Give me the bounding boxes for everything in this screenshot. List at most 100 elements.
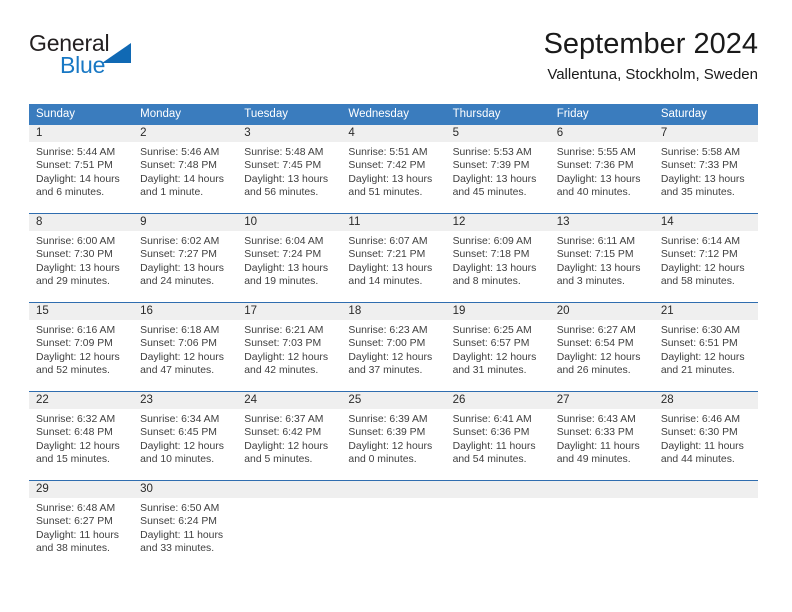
daylight-text-line2: and 49 minutes. [556,454,631,466]
daylight-text-line1: Daylight: 13 hours [348,173,433,185]
day-cell-empty [653,481,758,569]
day-info: Sunrise: 6:09 AM Sunset: 7:18 PM Dayligh… [446,231,550,289]
sunset-text: Sunset: 7:48 PM [140,160,217,172]
day-number: 22 [29,392,134,409]
sunset-text: Sunset: 6:36 PM [452,427,530,439]
calendar-cell[interactable]: 8 Sunrise: 6:00 AM Sunset: 7:30 PM Dayli… [29,213,134,303]
day-cell: 14 Sunrise: 6:14 AM Sunset: 7:12 PM Dayl… [653,214,758,302]
weekday-header-wednesday: Wednesday [341,104,446,125]
calendar-cell[interactable]: 1 Sunrise: 5:44 AM Sunset: 7:51 PM Dayli… [29,125,134,214]
calendar-cell[interactable]: 12 Sunrise: 6:09 AM Sunset: 7:18 PM Dayl… [445,213,550,303]
day-cell: 26 Sunrise: 6:41 AM Sunset: 6:36 PM Dayl… [445,392,550,480]
day-info: Sunrise: 6:02 AM Sunset: 7:27 PM Dayligh… [133,231,237,289]
day-number: 1 [29,125,134,142]
day-number: 5 [445,125,550,142]
calendar-cell[interactable]: 30 Sunrise: 6:50 AM Sunset: 6:24 PM Dayl… [133,480,238,569]
calendar-week-row: 29 Sunrise: 6:48 AM Sunset: 6:27 PM Dayl… [29,480,758,569]
day-cell: 29 Sunrise: 6:48 AM Sunset: 6:27 PM Dayl… [29,481,134,569]
day-cell: 9 Sunrise: 6:02 AM Sunset: 7:27 PM Dayli… [133,214,238,302]
page-header: General Blue September 2024 Vallentuna, … [29,28,758,96]
daylight-text-line2: and 38 minutes. [36,543,110,555]
day-cell: 11 Sunrise: 6:07 AM Sunset: 7:21 PM Dayl… [341,214,446,302]
daylight-text-line1: Daylight: 14 hours [36,173,120,185]
sunset-text: Sunset: 6:42 PM [244,427,322,439]
day-cell-empty [341,481,446,569]
calendar-cell[interactable]: 20 Sunrise: 6:27 AM Sunset: 6:54 PM Dayl… [549,302,654,392]
weekday-header-monday: Monday [133,104,238,125]
daylight-text-line2: and 19 minutes. [244,276,319,288]
day-info: Sunrise: 5:48 AM Sunset: 7:45 PM Dayligh… [237,142,341,200]
sunset-text: Sunset: 6:24 PM [140,516,217,528]
day-number [653,481,758,498]
daylight-text-line2: and 44 minutes. [660,454,735,466]
day-number: 14 [653,214,758,231]
calendar-cell[interactable]: 2 Sunrise: 5:46 AM Sunset: 7:48 PM Dayli… [133,125,238,214]
calendar-cell[interactable]: 23 Sunrise: 6:34 AM Sunset: 6:45 PM Dayl… [133,391,238,481]
day-number [549,481,654,498]
calendar-cell[interactable]: 25 Sunrise: 6:39 AM Sunset: 6:39 PM Dayl… [341,391,446,481]
calendar-cell[interactable]: 5 Sunrise: 5:53 AM Sunset: 7:39 PM Dayli… [445,125,550,214]
day-number: 26 [445,392,550,409]
sunset-text: Sunset: 7:33 PM [660,160,738,172]
calendar-cell[interactable]: 19 Sunrise: 6:25 AM Sunset: 6:57 PM Dayl… [445,302,550,392]
calendar-cell[interactable]: 16 Sunrise: 6:18 AM Sunset: 7:06 PM Dayl… [133,302,238,392]
daylight-text-line2: and 33 minutes. [140,543,215,555]
day-info: Sunrise: 5:58 AM Sunset: 7:33 PM Dayligh… [654,142,758,200]
brand-logo[interactable]: General Blue [29,30,199,86]
calendar-cell[interactable]: 21 Sunrise: 6:30 AM Sunset: 6:51 PM Dayl… [653,302,758,392]
day-cell: 27 Sunrise: 6:43 AM Sunset: 6:33 PM Dayl… [549,392,654,480]
calendar-cell[interactable]: 17 Sunrise: 6:21 AM Sunset: 7:03 PM Dayl… [237,302,342,392]
calendar-cell[interactable]: 27 Sunrise: 6:43 AM Sunset: 6:33 PM Dayl… [549,391,654,481]
calendar-cell[interactable]: 9 Sunrise: 6:02 AM Sunset: 7:27 PM Dayli… [133,213,238,303]
day-info: Sunrise: 6:37 AM Sunset: 6:42 PM Dayligh… [237,409,341,467]
daylight-text-line1: Daylight: 12 hours [244,351,329,363]
calendar-cell[interactable]: 22 Sunrise: 6:32 AM Sunset: 6:48 PM Dayl… [29,391,134,481]
calendar-cell[interactable]: 6 Sunrise: 5:55 AM Sunset: 7:36 PM Dayli… [549,125,654,214]
calendar-cell[interactable]: 11 Sunrise: 6:07 AM Sunset: 7:21 PM Dayl… [341,213,446,303]
day-info: Sunrise: 6:27 AM Sunset: 6:54 PM Dayligh… [550,320,654,378]
day-number [445,481,550,498]
calendar-cell[interactable]: 24 Sunrise: 6:37 AM Sunset: 6:42 PM Dayl… [237,391,342,481]
sunset-text: Sunset: 7:36 PM [556,160,634,172]
calendar-cell[interactable]: 15 Sunrise: 6:16 AM Sunset: 7:09 PM Dayl… [29,302,134,392]
calendar-cell[interactable]: 28 Sunrise: 6:46 AM Sunset: 6:30 PM Dayl… [653,391,758,481]
calendar-cell[interactable]: 7 Sunrise: 5:58 AM Sunset: 7:33 PM Dayli… [653,125,758,214]
daylight-text-line2: and 24 minutes. [140,276,215,288]
sunset-text: Sunset: 6:30 PM [660,427,738,439]
calendar-cell[interactable]: 3 Sunrise: 5:48 AM Sunset: 7:45 PM Dayli… [237,125,342,214]
calendar-table: Sunday Monday Tuesday Wednesday Thursday… [29,104,758,569]
daylight-text-line2: and 51 minutes. [348,187,423,199]
daylight-text-line2: and 58 minutes. [660,276,735,288]
daylight-text-line1: Daylight: 11 hours [660,440,744,452]
calendar-cell[interactable]: 18 Sunrise: 6:23 AM Sunset: 7:00 PM Dayl… [341,302,446,392]
calendar-cell[interactable]: 29 Sunrise: 6:48 AM Sunset: 6:27 PM Dayl… [29,480,134,569]
day-cell: 8 Sunrise: 6:00 AM Sunset: 7:30 PM Dayli… [29,214,134,302]
day-number: 21 [653,303,758,320]
sunrise-text: Sunrise: 6:02 AM [140,236,220,247]
sunrise-text: Sunrise: 6:04 AM [244,236,324,247]
sunset-text: Sunset: 6:54 PM [556,338,634,350]
calendar-cell[interactable]: 10 Sunrise: 6:04 AM Sunset: 7:24 PM Dayl… [237,213,342,303]
day-cell: 6 Sunrise: 5:55 AM Sunset: 7:36 PM Dayli… [549,125,654,213]
daylight-text-line1: Daylight: 13 hours [36,262,120,274]
day-number: 20 [549,303,654,320]
calendar-cell[interactable]: 26 Sunrise: 6:41 AM Sunset: 6:36 PM Dayl… [445,391,550,481]
daylight-text-line1: Daylight: 12 hours [36,440,120,452]
day-cell: 5 Sunrise: 5:53 AM Sunset: 7:39 PM Dayli… [445,125,550,213]
day-number: 16 [133,303,238,320]
day-info: Sunrise: 6:41 AM Sunset: 6:36 PM Dayligh… [446,409,550,467]
weekday-header-sunday: Sunday [29,104,134,125]
sunset-text: Sunset: 7:12 PM [660,249,738,261]
day-cell-empty [237,481,342,569]
day-cell: 21 Sunrise: 6:30 AM Sunset: 6:51 PM Dayl… [653,303,758,391]
calendar-cell[interactable]: 4 Sunrise: 5:51 AM Sunset: 7:42 PM Dayli… [341,125,446,214]
calendar-cell[interactable]: 14 Sunrise: 6:14 AM Sunset: 7:12 PM Dayl… [653,213,758,303]
brand-name-blue: Blue [60,52,106,78]
calendar-cell[interactable]: 13 Sunrise: 6:11 AM Sunset: 7:15 PM Dayl… [549,213,654,303]
daylight-text-line1: Daylight: 13 hours [556,262,641,274]
day-info: Sunrise: 6:25 AM Sunset: 6:57 PM Dayligh… [446,320,550,378]
title-block: September 2024 Vallentuna, Stockholm, Sw… [544,26,758,86]
daylight-text-line2: and 45 minutes. [452,187,527,199]
day-cell: 16 Sunrise: 6:18 AM Sunset: 7:06 PM Dayl… [133,303,238,391]
day-cell: 30 Sunrise: 6:50 AM Sunset: 6:24 PM Dayl… [133,481,238,569]
